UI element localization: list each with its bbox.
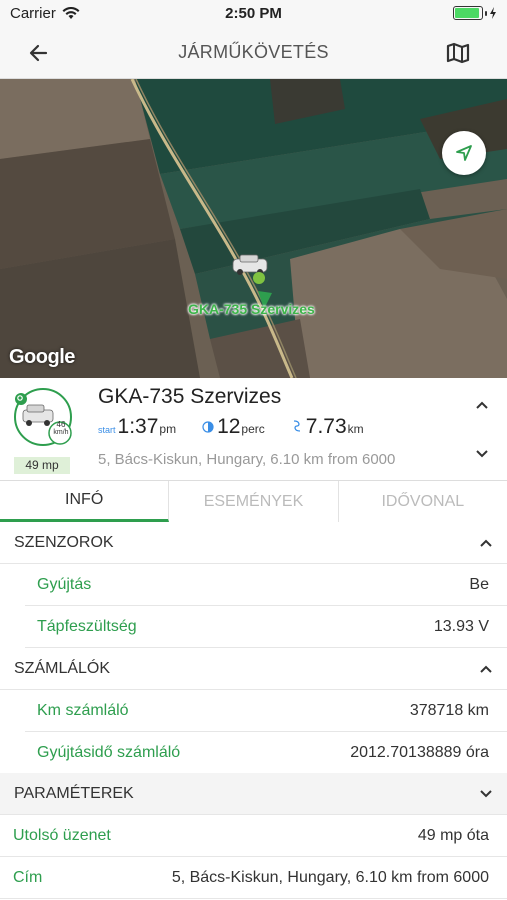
- section-sensors-header[interactable]: SZENZOROK: [0, 522, 507, 564]
- map-vehicle-label: GKA-735 Szervizes: [188, 301, 315, 317]
- row-value: 13.93 V: [433, 617, 489, 635]
- row-label: Utolsó üzenet: [13, 826, 111, 844]
- tab-bar: INFÓ ESEMÉNYEK IDŐVONAL: [0, 480, 507, 522]
- google-logo: Google: [9, 346, 75, 368]
- trip-stats: start 1:37 pm 12 perc 7.73 km: [98, 415, 390, 439]
- section-title: SZÁMLÁLÓK: [14, 659, 111, 677]
- last-update-badge: 49 mp: [14, 457, 70, 474]
- row-label: Cím: [13, 868, 43, 886]
- list-item: Utolsó üzenet 49 mp óta: [0, 815, 507, 857]
- duration-stat: 12 perc: [202, 415, 265, 439]
- list-item: Gyújtás Be: [25, 564, 507, 606]
- map-view[interactable]: GKA-735 Szervizes Google: [0, 79, 507, 378]
- satellite-map: [0, 79, 507, 378]
- page-title: JÁRMŰKÖVETÉS: [178, 41, 329, 62]
- distance-unit: km: [347, 422, 364, 436]
- battery-icon: [453, 6, 497, 20]
- row-value: 49 mp óta: [417, 826, 489, 844]
- list-item: Cím 5, Bács-Kiskun, Hungary, 6.10 km fro…: [0, 857, 507, 899]
- list-item: Gyújtásidő számláló 2012.70138889 óra: [25, 732, 507, 774]
- tab-timeline[interactable]: IDŐVONAL: [338, 481, 507, 522]
- vehicle-address: 5, Bács-Kiskun, Hungary, 6.10 km from 60…: [98, 451, 396, 468]
- duration-unit: perc: [241, 422, 265, 436]
- chevron-up-icon: [480, 665, 492, 673]
- back-arrow-icon[interactable]: [26, 40, 52, 66]
- distance-stat: 7.73 km: [291, 415, 364, 439]
- carrier-label: Carrier: [10, 4, 56, 22]
- vehicle-summary: 46 km/h 49 mp GKA-735 Szervizes start 1:…: [0, 378, 507, 480]
- nav-bar: JÁRMŰKÖVETÉS: [0, 26, 507, 79]
- wifi-icon: [62, 6, 80, 19]
- list-item: Km számláló 378718 km: [25, 690, 507, 732]
- row-label: Tápfeszültség: [37, 617, 137, 635]
- map-icon[interactable]: [445, 40, 471, 66]
- section-parameters-header[interactable]: PARAMÉTEREK: [0, 773, 507, 815]
- chevron-down-icon: [480, 789, 492, 797]
- duration-value: 12: [217, 415, 241, 438]
- status-bar: Carrier 2:50 PM: [0, 0, 507, 26]
- row-label: Km számláló: [37, 701, 129, 719]
- section-title: SZENZOROK: [14, 533, 114, 551]
- row-value: 378718 km: [409, 701, 489, 719]
- start-time-unit: pm: [159, 422, 177, 436]
- start-time: 1:37: [117, 415, 159, 438]
- locate-button[interactable]: [442, 131, 486, 175]
- row-label: Gyújtás: [37, 575, 92, 593]
- tab-info[interactable]: INFÓ: [0, 481, 170, 522]
- speed-value: 46: [56, 420, 66, 429]
- row-value: 5, Bács-Kiskun, Hungary, 6.10 km from 60…: [171, 868, 489, 886]
- tab-events[interactable]: ESEMÉNYEK: [169, 481, 339, 522]
- section-counters-header[interactable]: SZÁMLÁLÓK: [0, 648, 507, 690]
- section-title: PARAMÉTEREK: [14, 784, 134, 802]
- chevron-up-icon[interactable]: [475, 400, 489, 410]
- chevron-down-icon[interactable]: [475, 449, 489, 459]
- speed-gauge: [14, 388, 72, 446]
- route-icon: [293, 420, 300, 432]
- vehicle-name: GKA-735 Szervizes: [98, 385, 282, 408]
- speed-unit: km/h: [53, 429, 69, 436]
- row-value: Be: [469, 575, 489, 593]
- distance-value: 7.73: [305, 415, 347, 438]
- start-prefix: start: [98, 425, 116, 435]
- list-item: Tápfeszültség 13.93 V: [25, 606, 507, 648]
- start-time-stat: start 1:37 pm: [98, 415, 176, 439]
- row-label: Gyújtásidő számláló: [37, 743, 181, 761]
- row-value: 2012.70138889 óra: [350, 743, 489, 761]
- navigation-arrow-icon: [456, 145, 472, 161]
- clock-icon: [202, 421, 214, 433]
- chevron-up-icon: [480, 539, 492, 547]
